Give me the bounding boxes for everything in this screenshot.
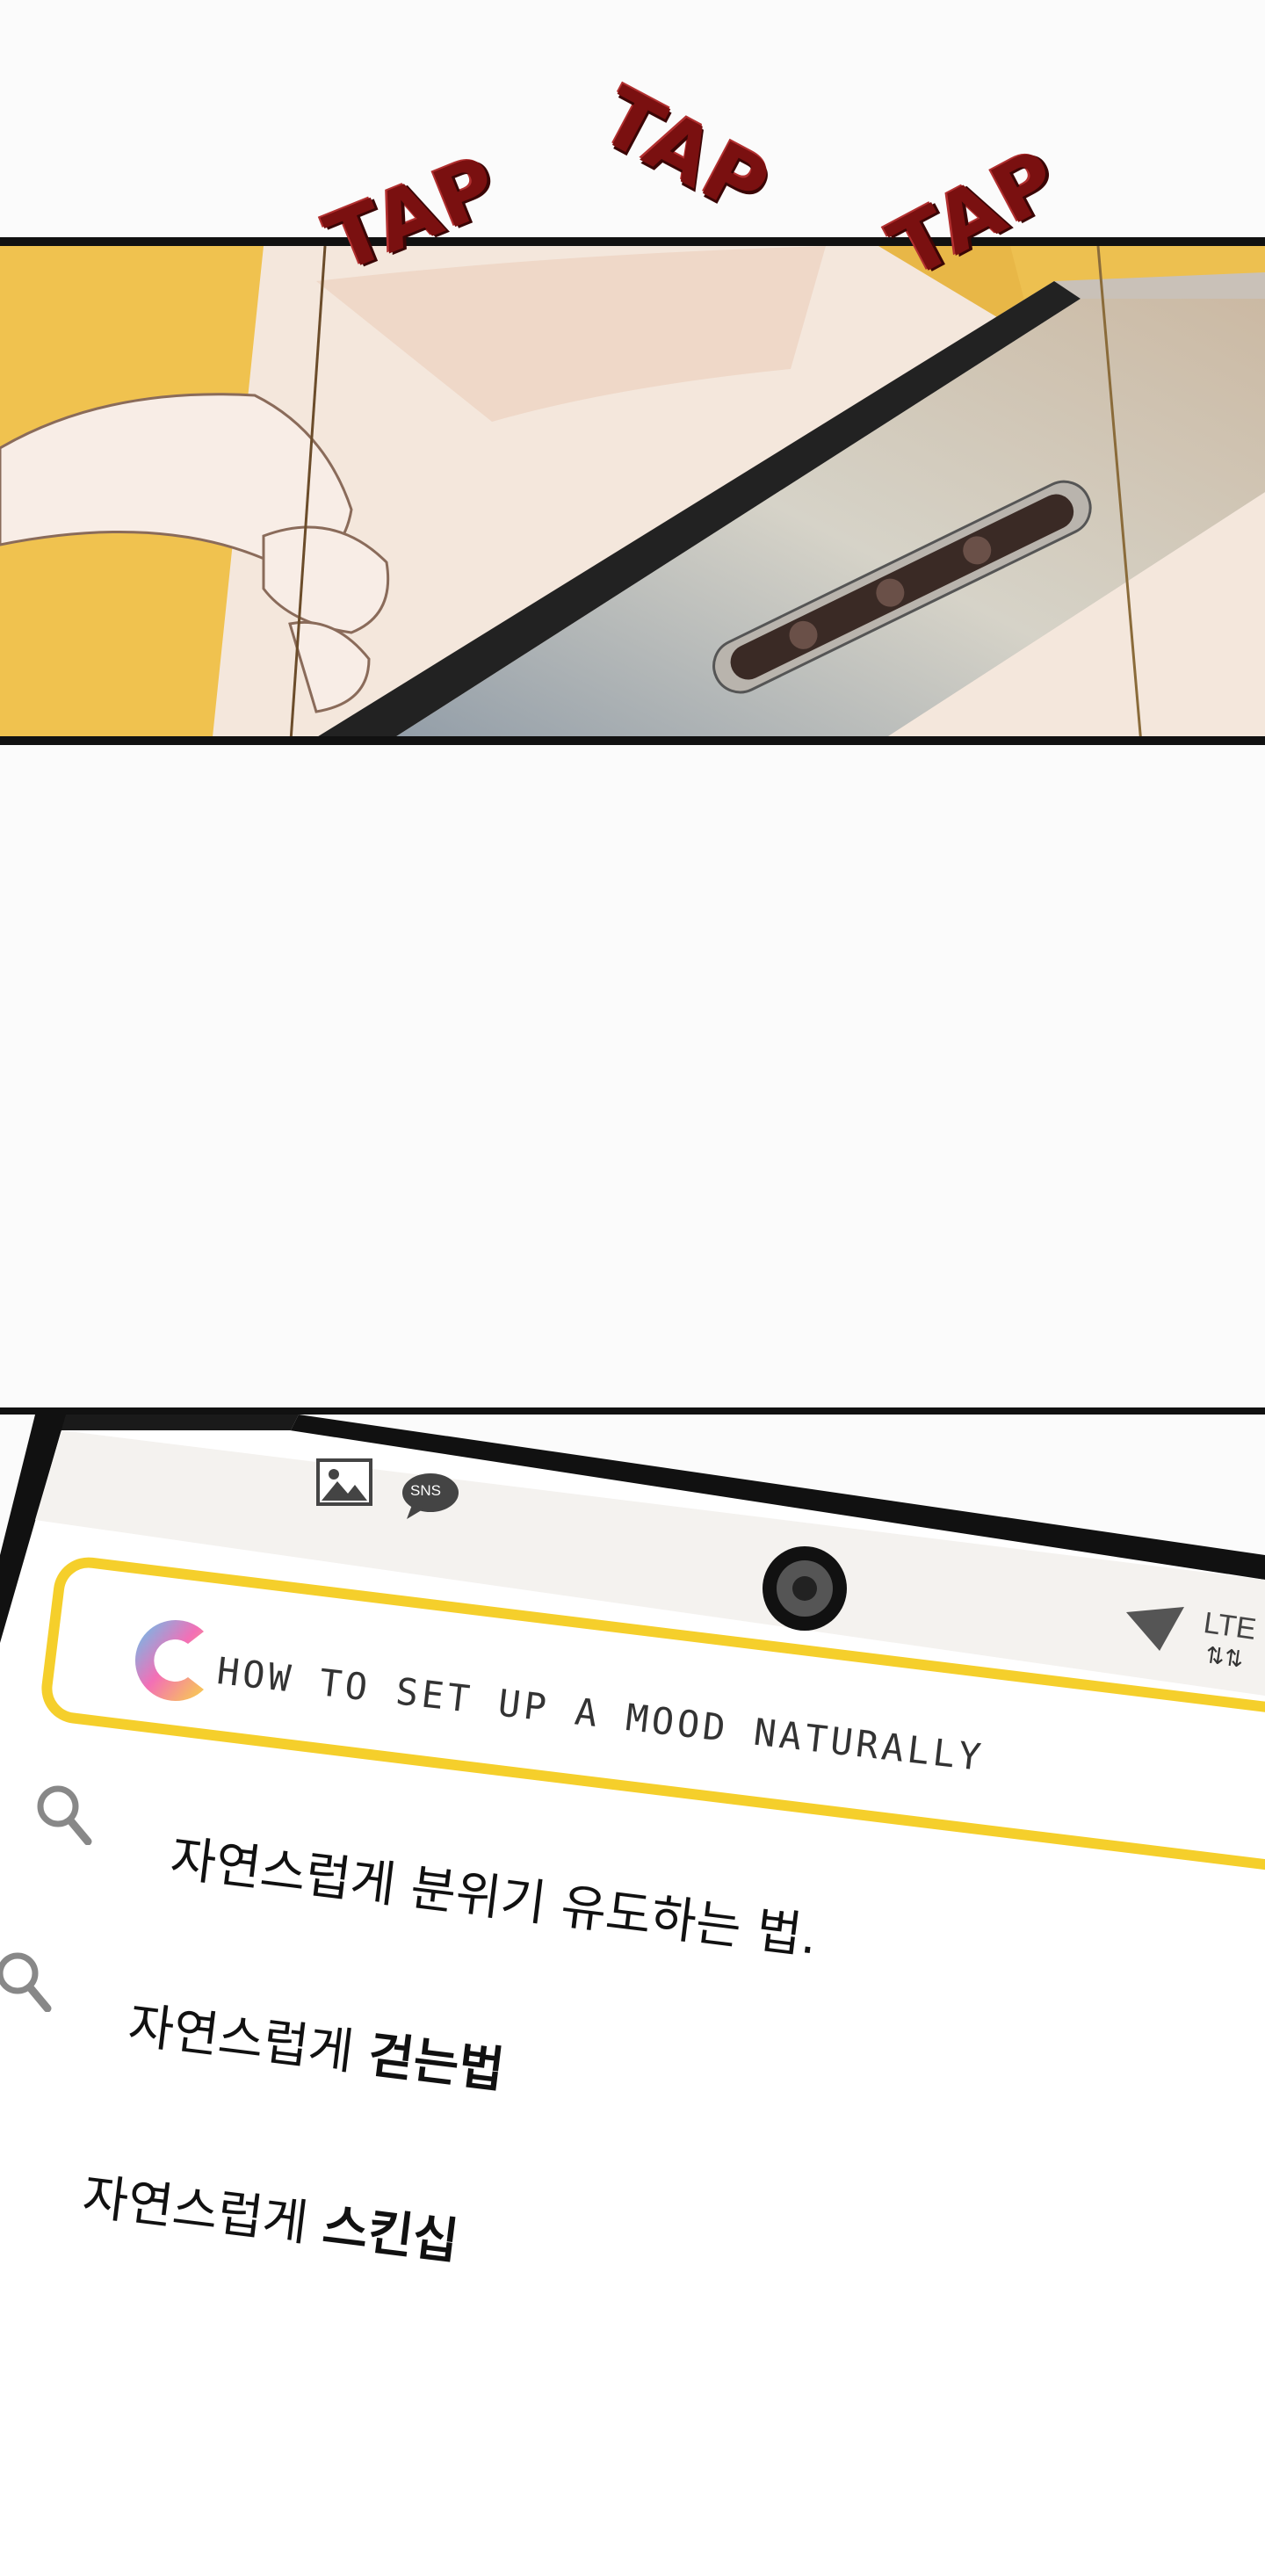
search-icon — [35, 1784, 93, 1849]
camera-icon — [761, 1545, 849, 1632]
sfx-tap-2: TAP — [585, 69, 785, 235]
image-icon — [316, 1458, 372, 1506]
panel1-illustration — [0, 246, 1265, 736]
data-arrows-icon: ⇅⇅ — [1204, 1642, 1246, 1674]
app-logo — [123, 1612, 220, 1709]
sns-icon: SNS — [400, 1472, 461, 1521]
wifi-icon — [1124, 1603, 1186, 1653]
comic-panel-hand-phone — [0, 237, 1265, 745]
search-icon — [0, 1950, 58, 2015]
sns-label: SNS — [410, 1482, 441, 1499]
network-label: LTE — [1201, 1606, 1259, 1646]
